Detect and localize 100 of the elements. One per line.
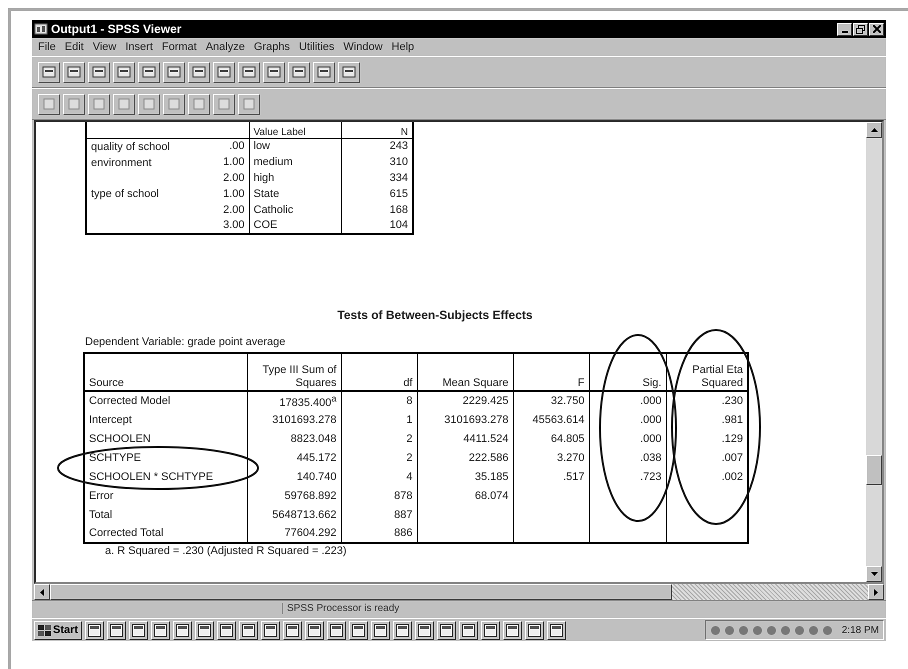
horizontal-scrollbar[interactable] [34, 584, 884, 600]
toolbar-button[interactable] [63, 94, 85, 114]
right-arrow-icon [874, 588, 878, 596]
toolbar-button[interactable] [63, 62, 85, 82]
taskbar-button[interactable] [305, 620, 324, 640]
taskbar-button[interactable] [217, 620, 236, 640]
taskbar-button[interactable] [437, 620, 456, 640]
taskbar-button[interactable] [349, 620, 368, 640]
menu-item[interactable]: Analyze [206, 41, 245, 53]
scroll-thumb[interactable] [866, 455, 882, 485]
taskbar-button[interactable] [547, 620, 566, 640]
table-cell: .230 [722, 395, 743, 407]
toolbar-button[interactable] [138, 62, 160, 82]
scroll-right-button[interactable] [868, 584, 884, 600]
toolbar-button[interactable] [263, 62, 285, 82]
table-cell: 2.00 [223, 172, 244, 184]
taskbar-button[interactable] [107, 620, 126, 640]
down-arrow-icon [870, 572, 878, 576]
vertical-scrollbar[interactable] [866, 122, 882, 582]
column-header: N [341, 122, 413, 138]
taskbar-button[interactable] [239, 620, 258, 640]
taskbar-button[interactable] [371, 620, 390, 640]
toolbar-button[interactable] [188, 94, 210, 114]
table-cell: 68.074 [474, 490, 508, 502]
table-cell: high [254, 172, 274, 184]
column-header: Mean Square [442, 377, 508, 389]
toolbar-button[interactable] [313, 62, 335, 82]
toolbar-button[interactable] [38, 62, 60, 82]
menu-item[interactable]: Format [162, 41, 197, 53]
table-cell: 334 [390, 172, 408, 184]
table-cell: .038 [640, 452, 662, 464]
table-cell: SCHOOLEN * SCHTYPE [89, 470, 214, 482]
table-cell: 887 [394, 508, 412, 520]
menu-item[interactable]: Graphs [254, 41, 290, 53]
table-cell: State [254, 188, 280, 200]
table-cell: .002 [722, 470, 743, 482]
scroll-thumb[interactable] [50, 584, 672, 600]
start-button[interactable]: Start [34, 620, 82, 640]
toolbar-button[interactable] [238, 94, 260, 114]
toolbar-button[interactable] [38, 94, 60, 114]
minimize-icon [842, 31, 848, 33]
taskbar-button[interactable] [283, 620, 302, 640]
taskbar-button[interactable] [481, 620, 500, 640]
taskbar-button[interactable] [327, 620, 346, 640]
table-cell: Corrected Model [89, 395, 170, 407]
column-header: Type III Sum of Squares [262, 364, 336, 389]
toolbar-button[interactable] [188, 62, 210, 82]
toolbar-button[interactable] [88, 94, 110, 114]
toolbar-button[interactable] [238, 62, 260, 82]
toolbar-button[interactable] [138, 94, 160, 114]
table-cell: 4 [406, 470, 412, 482]
taskbar-button[interactable] [85, 620, 104, 640]
toolbar-button[interactable] [213, 94, 235, 114]
window-title: Output1 - SPSS Viewer [51, 22, 182, 36]
taskbar-button[interactable] [151, 620, 170, 640]
toolbar-button[interactable] [113, 62, 135, 82]
table-cell: .129 [722, 432, 743, 444]
table-cell: 878 [394, 490, 412, 502]
maximize-button[interactable] [853, 22, 868, 36]
close-button[interactable] [869, 22, 884, 36]
table-cell: 8 [406, 395, 412, 407]
taskbar-button[interactable] [261, 620, 280, 640]
toolbar-button[interactable] [113, 94, 135, 114]
taskbar-button[interactable] [415, 620, 434, 640]
toolbar-button[interactable] [163, 94, 185, 114]
taskbar-button[interactable] [173, 620, 192, 640]
column-header: df [403, 377, 412, 389]
toolbar-button[interactable] [163, 62, 185, 82]
menu-item[interactable]: View [92, 41, 116, 53]
table-cell: 243 [390, 140, 408, 152]
menu-item[interactable]: Help [392, 41, 414, 53]
table-cell: 35.185 [474, 470, 508, 482]
taskbar-button[interactable] [393, 620, 412, 640]
menu-item[interactable]: Window [343, 41, 383, 53]
scroll-left-button[interactable] [34, 584, 50, 600]
scroll-up-button[interactable] [866, 122, 882, 138]
toolbar-button[interactable] [88, 62, 110, 82]
table-cell: Corrected Total [89, 527, 164, 539]
taskbar-button[interactable] [503, 620, 522, 640]
table-cell: .981 [722, 414, 743, 426]
toolbar-button[interactable] [338, 62, 360, 82]
taskbar-button[interactable] [525, 620, 544, 640]
toolbar-button[interactable] [288, 62, 310, 82]
table-cell: SCHTYPE [89, 452, 141, 464]
menu-item[interactable]: Utilities [298, 41, 334, 53]
table-cell: 59768.892 [284, 490, 336, 502]
menu-item[interactable]: File [38, 41, 56, 53]
scroll-down-button[interactable] [866, 566, 882, 582]
minimize-button[interactable] [837, 22, 852, 36]
app-icon [34, 22, 48, 36]
taskbar-button[interactable] [129, 620, 148, 640]
toolbar-button[interactable] [213, 62, 235, 82]
table-cell: 4411.524 [463, 432, 508, 444]
menu-item[interactable]: Edit [64, 41, 84, 53]
table-cell: 140.740 [296, 470, 336, 482]
menu-item[interactable]: Insert [125, 41, 153, 53]
table-cell: 310 [390, 156, 408, 168]
taskbar-button[interactable] [195, 620, 214, 640]
table-cell: .000 [640, 395, 662, 407]
taskbar-button[interactable] [459, 620, 478, 640]
